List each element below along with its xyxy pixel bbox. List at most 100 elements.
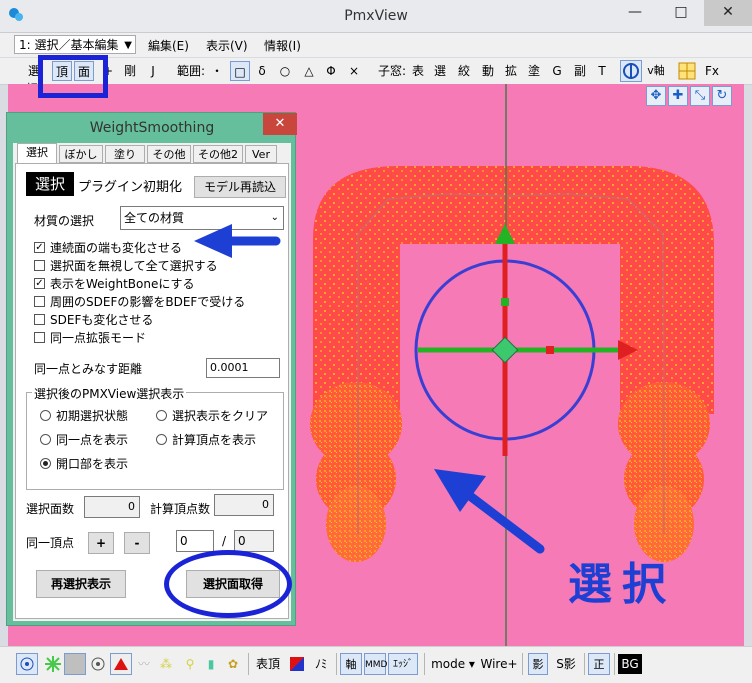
maximize-button[interactable]: □ bbox=[658, 0, 704, 26]
same-vertex-label: 同一頂点 bbox=[26, 536, 75, 550]
checkbox-same-point-ext[interactable] bbox=[34, 332, 45, 343]
radio-show-calc-vertex-label[interactable]: 計算頂点を表示 bbox=[172, 431, 256, 448]
tab-select[interactable]: 選択 bbox=[17, 143, 57, 163]
menu-info[interactable]: 情報(I) bbox=[264, 37, 301, 54]
reset-view-icon[interactable]: ↻ bbox=[712, 86, 732, 106]
triangle-icon[interactable] bbox=[110, 653, 132, 675]
minimize-button[interactable]: — bbox=[612, 0, 658, 26]
weightsmoothing-dialog: WeightSmoothing ✕ 選択 ぼかし 塗り その他 その他2 Ver… bbox=[6, 112, 297, 626]
radio-show-same-point-label[interactable]: 同一点を表示 bbox=[56, 431, 128, 448]
checkbox-continuous-edge[interactable]: ✓ bbox=[34, 242, 45, 253]
v-axis-label[interactable]: v軸 bbox=[644, 62, 668, 80]
mmd-button[interactable]: MMD bbox=[364, 653, 387, 675]
shadow-button[interactable]: 影 bbox=[528, 653, 548, 675]
child-filter-button[interactable]: 絞 bbox=[456, 62, 472, 80]
mode-select[interactable]: 1: 選択／基本編集 ▼ bbox=[14, 35, 136, 54]
range-rect-button[interactable]: □ bbox=[230, 61, 250, 81]
menu-edit[interactable]: 編集(E) bbox=[148, 37, 189, 54]
child-paint-button[interactable]: 塗 bbox=[526, 62, 542, 80]
rigid-button[interactable]: 剛 bbox=[122, 62, 138, 80]
joint-button[interactable]: J bbox=[146, 62, 160, 80]
child-scale-button[interactable]: 拡 bbox=[503, 62, 519, 80]
tab-paint[interactable]: 塗り bbox=[105, 145, 145, 163]
bg-button[interactable]: BG bbox=[618, 654, 642, 674]
radio-initial-state-label[interactable]: 初期選択状態 bbox=[56, 407, 128, 424]
radio-show-opening[interactable] bbox=[40, 458, 51, 469]
no-button[interactable]: ﾉﾐ bbox=[312, 654, 330, 674]
axis-toggle-button[interactable] bbox=[620, 60, 642, 82]
point-mode-icon[interactable] bbox=[16, 653, 38, 675]
tab-other2[interactable]: その他2 bbox=[193, 145, 243, 163]
checkbox-ignore-selection[interactable] bbox=[34, 260, 45, 271]
range-phi-button[interactable]: Φ bbox=[322, 62, 340, 80]
radio-show-opening-label[interactable]: 開口部を表示 bbox=[56, 455, 128, 472]
close-button[interactable]: ✕ bbox=[704, 0, 752, 26]
child-select-button[interactable]: 選 bbox=[432, 62, 448, 80]
dash-icon[interactable]: ⁂ bbox=[156, 654, 176, 674]
reselect-display-button[interactable]: 再選択表示 bbox=[36, 570, 126, 598]
zoom-view-icon[interactable]: ⤡ bbox=[690, 86, 710, 106]
same-point-distance-input[interactable]: 0.0001 bbox=[206, 358, 280, 378]
tab-blur[interactable]: ぼかし bbox=[59, 145, 103, 163]
range-triangle-button[interactable]: △ bbox=[300, 62, 318, 80]
checkbox-sdef-change-label[interactable]: SDEFも変化させる bbox=[50, 311, 153, 328]
radio-show-same-point[interactable] bbox=[40, 434, 51, 445]
reload-model-button[interactable]: モデル再読込 bbox=[194, 176, 286, 198]
capsule-icon[interactable]: ▮ bbox=[204, 654, 218, 674]
bone-icon[interactable]: ⚲ bbox=[180, 654, 200, 674]
pan-view-icon[interactable]: ✚ bbox=[668, 86, 688, 106]
hatch-icon[interactable] bbox=[64, 653, 86, 675]
tab-other[interactable]: その他 bbox=[147, 145, 191, 163]
dot-icon[interactable] bbox=[88, 654, 108, 674]
plugin-init-label[interactable]: プラグイン初期化 bbox=[78, 176, 182, 195]
grid-icon[interactable] bbox=[678, 62, 696, 80]
wave-icon[interactable]: 〰 bbox=[134, 654, 154, 674]
mode-dropdown[interactable]: mode ▾ bbox=[430, 654, 476, 674]
burst-icon[interactable] bbox=[42, 654, 64, 674]
checkbox-continuous-edge-label[interactable]: 連続面の端も変化させる bbox=[50, 239, 182, 256]
joint-icon[interactable]: ✿ bbox=[224, 654, 242, 674]
radio-clear-selection[interactable] bbox=[156, 410, 167, 421]
same-vertex-minus-button[interactable]: - bbox=[124, 532, 150, 554]
fx-button[interactable]: Fx bbox=[702, 62, 722, 80]
toolbar: 選択: 頂 面 + 剛 J 範囲: ・ □ δ ○ △ Φ × 子窓: 表 選 … bbox=[0, 58, 752, 96]
child-g-button[interactable]: G bbox=[550, 62, 564, 80]
edge-button[interactable]: ｴｯｼﾞ bbox=[388, 653, 418, 675]
annotation-select-text: 選択 bbox=[568, 559, 676, 610]
same-vertex-plus-button[interactable]: + bbox=[88, 532, 114, 554]
tab-ver[interactable]: Ver bbox=[245, 145, 277, 163]
child-sub-button[interactable]: 副 bbox=[572, 62, 588, 80]
radio-clear-selection-label[interactable]: 選択表示をクリア bbox=[172, 407, 268, 424]
same-vertex-index-input[interactable]: 0 bbox=[176, 530, 214, 552]
color-icon[interactable] bbox=[290, 657, 304, 671]
divider bbox=[424, 653, 425, 675]
front-view-button[interactable]: 正 bbox=[588, 653, 610, 675]
checkbox-weightbone-label[interactable]: 表示をWeightBoneにする bbox=[50, 275, 195, 292]
radio-initial-state[interactable] bbox=[40, 410, 51, 421]
same-vertex-total: 0 bbox=[234, 530, 274, 552]
child-table-button[interactable]: 表 bbox=[410, 62, 426, 80]
wire-button[interactable]: Wire+ bbox=[480, 654, 518, 674]
range-point-button[interactable]: ・ bbox=[210, 62, 224, 80]
checkbox-same-point-ext-label[interactable]: 同一点拡張モード bbox=[50, 329, 146, 346]
rotate-view-icon[interactable]: ✥ bbox=[646, 86, 666, 106]
dialog-close-button[interactable]: ✕ bbox=[263, 113, 297, 135]
checkbox-weightbone[interactable]: ✓ bbox=[34, 278, 45, 289]
divider bbox=[522, 653, 523, 675]
self-shadow-button[interactable]: S影 bbox=[552, 654, 580, 674]
menu-view[interactable]: 表示(V) bbox=[206, 37, 248, 54]
checkbox-sdef-change[interactable] bbox=[34, 314, 45, 325]
face-count-value: 0 bbox=[84, 496, 140, 518]
range-circle-button[interactable]: ○ bbox=[276, 62, 294, 80]
radio-show-calc-vertex[interactable] bbox=[156, 434, 167, 445]
range-delta-button[interactable]: δ bbox=[254, 62, 270, 80]
child-t-button[interactable]: T bbox=[596, 62, 608, 80]
vertex-display-button[interactable]: 表頂 bbox=[254, 654, 282, 674]
child-move-button[interactable]: 動 bbox=[480, 62, 496, 80]
range-cross-button[interactable]: × bbox=[346, 62, 362, 80]
same-point-distance-label: 同一点とみなす距離 bbox=[34, 362, 143, 376]
checkbox-sdef-bdef-label[interactable]: 周囲のSDEFの影響をBDEFで受ける bbox=[50, 293, 245, 310]
checkbox-sdef-bdef[interactable] bbox=[34, 296, 45, 307]
annotation-highlight-box bbox=[38, 55, 108, 98]
axis-display-button[interactable]: 軸 bbox=[340, 653, 362, 675]
